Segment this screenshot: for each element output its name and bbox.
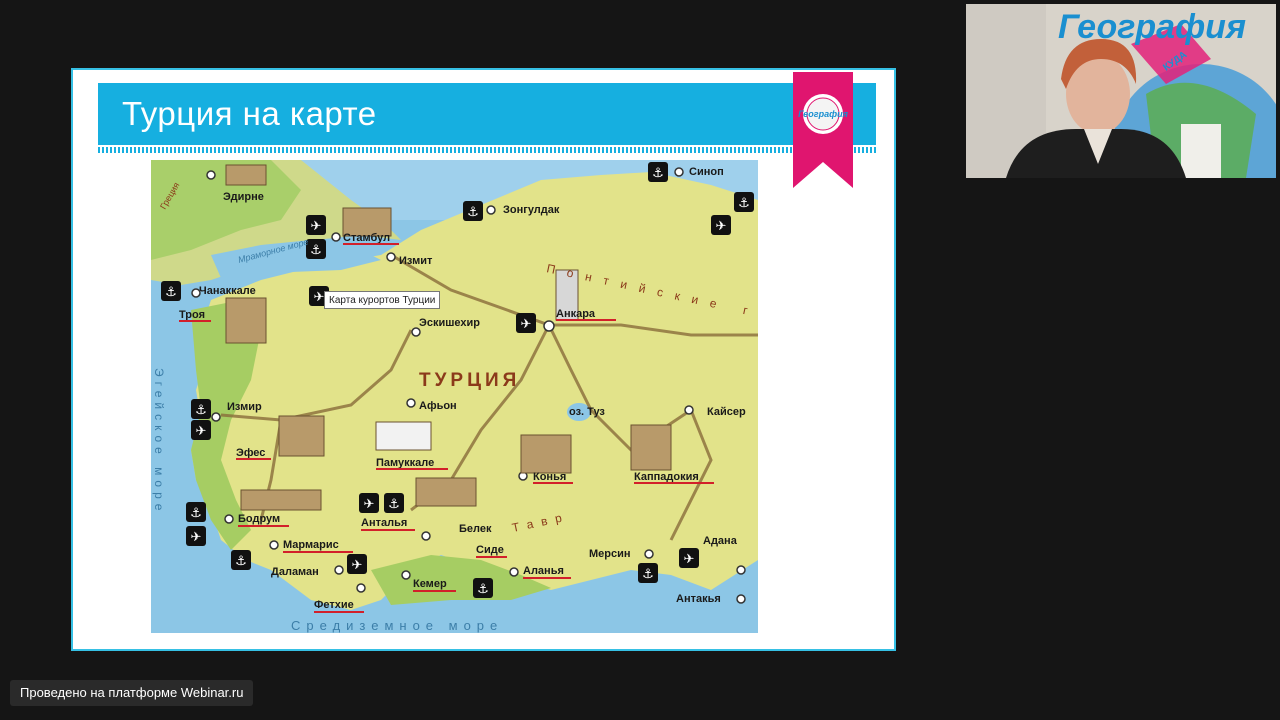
svg-text:⚓: ⚓: [388, 497, 400, 512]
city-dalaman: Даламан: [271, 566, 319, 578]
city-kappadokia: Каппадокия: [634, 471, 699, 483]
city-kemer: Кемер: [413, 578, 447, 590]
svg-text:✈: ✈: [191, 530, 202, 545]
city-fethiye: Фетхие: [314, 599, 354, 611]
svg-text:⚓: ⚓: [642, 567, 654, 582]
aegean-sea-label: Эгейское море: [152, 368, 166, 515]
city-istanbul: Стамбул: [343, 232, 390, 244]
map-tooltip: Карта курортов Турции: [324, 291, 441, 309]
svg-text:✈: ✈: [521, 317, 532, 332]
city-konya: Конья: [533, 471, 566, 483]
city-alanya: Аланья: [523, 565, 564, 577]
platform-badge[interactable]: Проведено на платформе Webinar.ru: [10, 680, 254, 706]
city-belek: Белек: [459, 523, 492, 535]
city-chanakkale: Чанаккале: [199, 285, 256, 297]
city-sinop: Синоп: [689, 166, 724, 178]
city-side: Сиде: [476, 544, 504, 556]
map-graphic: ⚓ ⚓ ✈ ⚓ ⚓ ✈ ✈ ⚓ ✈ ⚓ ✈ ⚓ ✈ ⚓ ✈ ⚓ ⚓ ✈ ⚓ ✈ …: [151, 160, 758, 633]
header-stripe-divider: [98, 147, 876, 153]
svg-text:⚓: ⚓: [738, 196, 750, 211]
presentation-slide: Турция на карте География ⚓ ⚓ ✈ ⚓ ⚓ ✈ ✈ …: [71, 68, 896, 651]
webcam-brand-logo: География: [1058, 8, 1246, 46]
webinar-stage: Турция на карте География ⚓ ⚓ ✈ ⚓ ⚓ ✈ ✈ …: [0, 0, 1280, 720]
city-edirne: Эдирне: [223, 191, 264, 203]
slide-title: Турция на карте: [122, 95, 377, 132]
svg-text:⚓: ⚓: [477, 582, 489, 597]
city-pamukkale: Памуккале: [376, 457, 434, 469]
svg-text:✈: ✈: [314, 290, 325, 305]
svg-text:⚓: ⚓: [195, 403, 207, 418]
city-bodrum: Бодрум: [238, 513, 280, 525]
sea-label: Средиземное море: [291, 618, 503, 633]
svg-text:✈: ✈: [196, 424, 207, 439]
city-zonguldak: Зонгулдак: [503, 204, 560, 216]
svg-text:⚓: ⚓: [652, 166, 664, 181]
svg-text:⚓: ⚓: [467, 205, 479, 220]
city-marmaris: Мармарис: [283, 539, 339, 551]
svg-text:✈: ✈: [311, 219, 322, 234]
lake-tuz: оз. Туз: [569, 406, 605, 418]
svg-text:⚓: ⚓: [235, 554, 247, 569]
svg-text:⚓: ⚓: [190, 506, 202, 521]
ribbon-logo-text: География: [798, 109, 848, 119]
svg-text:✈: ✈: [352, 558, 363, 573]
city-eskisehir: Эскишехир: [419, 317, 480, 329]
country-label: ТУРЦИЯ: [419, 370, 520, 391]
svg-text:⚓: ⚓: [165, 285, 177, 300]
city-izmit: Измит: [399, 255, 433, 267]
city-mersin: Мерсин: [589, 548, 631, 560]
city-troya: Троя: [179, 309, 205, 321]
svg-text:✈: ✈: [364, 497, 375, 512]
city-ankara: Анкара: [556, 308, 596, 320]
slide-header-bar: Турция на карте: [98, 83, 876, 145]
city-afyon: Афьон: [419, 400, 457, 412]
city-antakya: Антакья: [676, 593, 721, 605]
city-kayseri: Кайсер: [707, 406, 746, 418]
svg-text:⚓: ⚓: [310, 243, 322, 258]
city-izmir: Измир: [227, 401, 262, 413]
city-antalya: Анталья: [361, 517, 407, 529]
city-efes: Эфес: [236, 447, 265, 459]
svg-text:✈: ✈: [716, 219, 727, 234]
brand-ribbon: География: [793, 72, 853, 188]
turkey-resort-map[interactable]: ⚓ ⚓ ✈ ⚓ ⚓ ✈ ✈ ⚓ ✈ ⚓ ✈ ⚓ ✈ ⚓ ✈ ⚓ ⚓ ✈ ⚓ ✈ …: [151, 160, 758, 633]
presenter-webcam[interactable]: География КУДА: [966, 4, 1276, 178]
svg-text:✈: ✈: [684, 552, 695, 567]
city-adana: Адана: [703, 535, 738, 547]
